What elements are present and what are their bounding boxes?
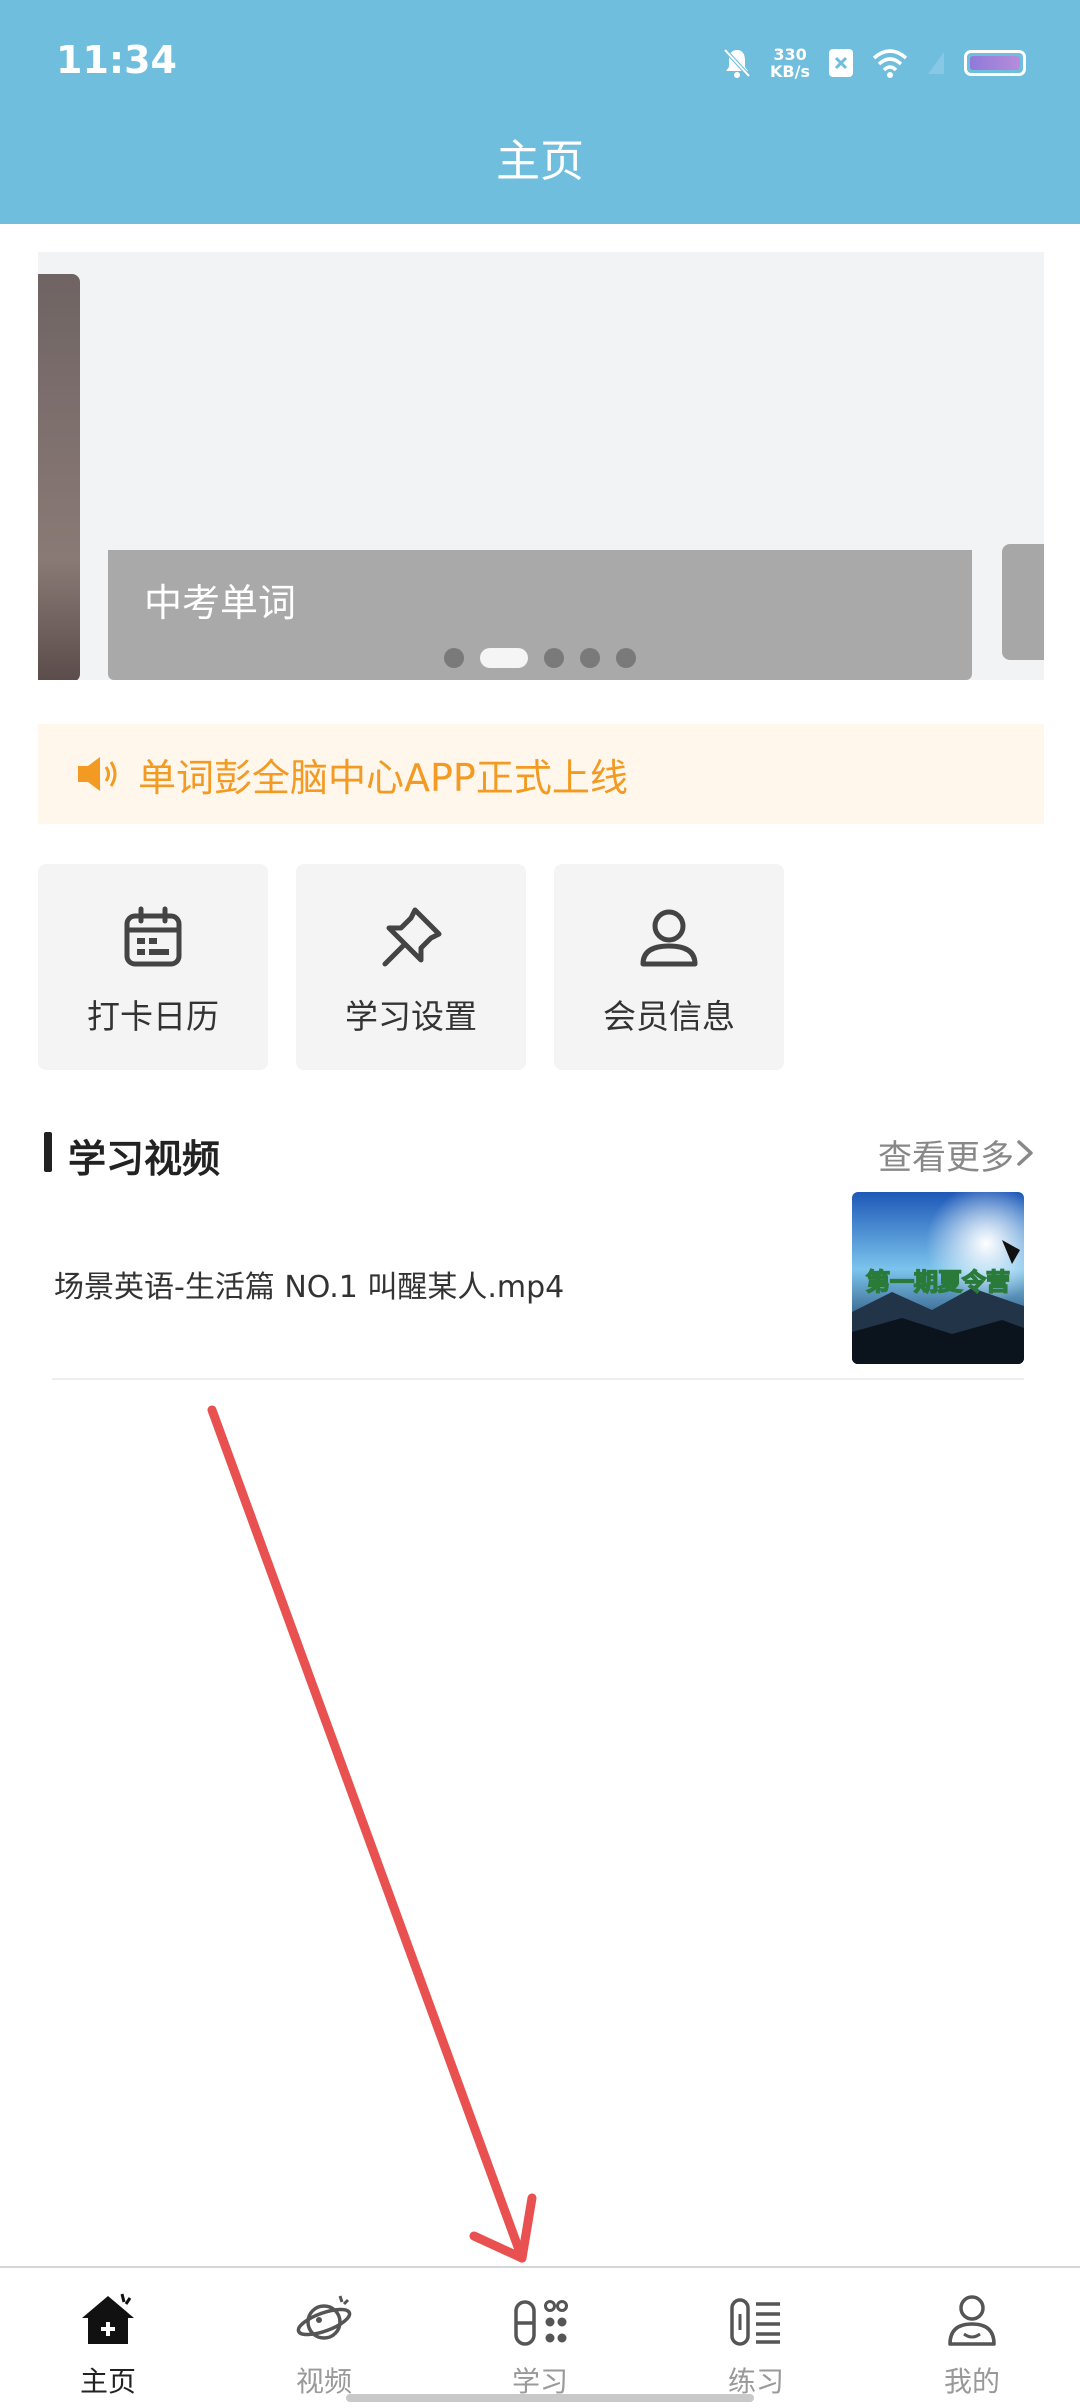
tab-profile[interactable]: 我的 xyxy=(864,2268,1080,2408)
video-list-item[interactable]: 场景英语-生活篇 NO.1 叫醒某人.mp4 第一期夏令营 xyxy=(52,1192,1024,1380)
tab-label: 视频 xyxy=(295,2365,352,2398)
quick-actions: 打卡日历 学习设置 会员信息 xyxy=(38,864,784,1070)
quick-action-label: 会员信息 xyxy=(603,997,735,1036)
banner-prev-slide[interactable] xyxy=(38,274,80,680)
study-icon xyxy=(514,2300,568,2346)
planet-icon xyxy=(296,2295,352,2340)
profile-icon xyxy=(948,2295,996,2346)
status-icons: 330 KB/s xyxy=(722,38,1026,88)
home-indicator[interactable] xyxy=(346,2394,754,2402)
bottom-tab-bar: 主页 视频 学习 练习 我的 xyxy=(0,2266,1080,2408)
battery-icon xyxy=(964,50,1026,76)
wifi-icon xyxy=(872,49,908,78)
announcement-bar[interactable]: 单词彭全脑中心APP正式上线 xyxy=(38,724,1044,824)
tab-practice[interactable]: 练习 xyxy=(648,2268,864,2408)
carousel-dot-active[interactable] xyxy=(480,648,528,668)
mute-bell-icon xyxy=(723,48,751,78)
video-thumbnail[interactable]: 第一期夏令营 xyxy=(852,1192,1024,1364)
tab-home[interactable]: 主页 xyxy=(0,2268,216,2408)
speaker-icon xyxy=(78,757,117,791)
quick-action-label: 学习设置 xyxy=(345,997,477,1036)
chevron-right-icon[interactable] xyxy=(1012,1138,1038,1168)
view-more-link[interactable]: 查看更多 xyxy=(878,1130,1014,1179)
user-icon xyxy=(640,909,698,967)
announcement-text: 单词彭全脑中心APP正式上线 xyxy=(138,755,628,800)
calendar-icon xyxy=(124,906,182,967)
banner-slide-caption[interactable]: 中考单词 xyxy=(108,550,972,680)
carousel-dot[interactable] xyxy=(544,648,564,668)
video-section-header: 学习视频 查看更多 xyxy=(38,1124,1044,1184)
study-settings-button[interactable]: 学习设置 xyxy=(296,864,526,1070)
practice-icon xyxy=(730,2298,780,2346)
status-bar: 11:34 330 KB/s xyxy=(0,0,1080,130)
page-title: 主页 xyxy=(496,136,584,187)
checkin-calendar-button[interactable]: 打卡日历 xyxy=(38,864,268,1070)
signal-icon xyxy=(928,52,944,74)
carousel-dot[interactable] xyxy=(444,648,464,668)
quick-action-label: 打卡日历 xyxy=(87,997,219,1036)
carousel-dots xyxy=(108,648,972,668)
tab-label: 主页 xyxy=(79,2365,136,2398)
banner-label: 中考单词 xyxy=(144,581,297,625)
video-title: 场景英语-生活篇 NO.1 叫醒某人.mp4 xyxy=(54,1270,565,1305)
tab-video[interactable]: 视频 xyxy=(216,2268,432,2408)
pin-icon xyxy=(382,907,442,967)
member-info-button[interactable]: 会员信息 xyxy=(554,864,784,1070)
section-title: 学习视频 xyxy=(68,1137,221,1181)
app-header: 主页 xyxy=(0,130,1080,224)
banner-next-slide[interactable] xyxy=(1002,544,1044,660)
status-time: 11:34 xyxy=(56,38,177,82)
carousel-dot[interactable] xyxy=(580,648,600,668)
thumbnail-image: 第一期夏令营 xyxy=(852,1192,1024,1364)
banner-carousel[interactable]: 中考单词 xyxy=(38,252,1044,680)
thumbnail-caption: 第一期夏令营 xyxy=(866,1268,1010,1296)
sim-x-icon xyxy=(829,49,853,77)
tab-label: 我的 xyxy=(943,2365,1000,2398)
tab-study[interactable]: 学习 xyxy=(432,2268,648,2408)
carousel-dot[interactable] xyxy=(616,648,636,668)
home-icon xyxy=(82,2293,134,2344)
section-accent-bar xyxy=(44,1132,52,1172)
net-speed: 330 KB/s xyxy=(770,45,810,81)
